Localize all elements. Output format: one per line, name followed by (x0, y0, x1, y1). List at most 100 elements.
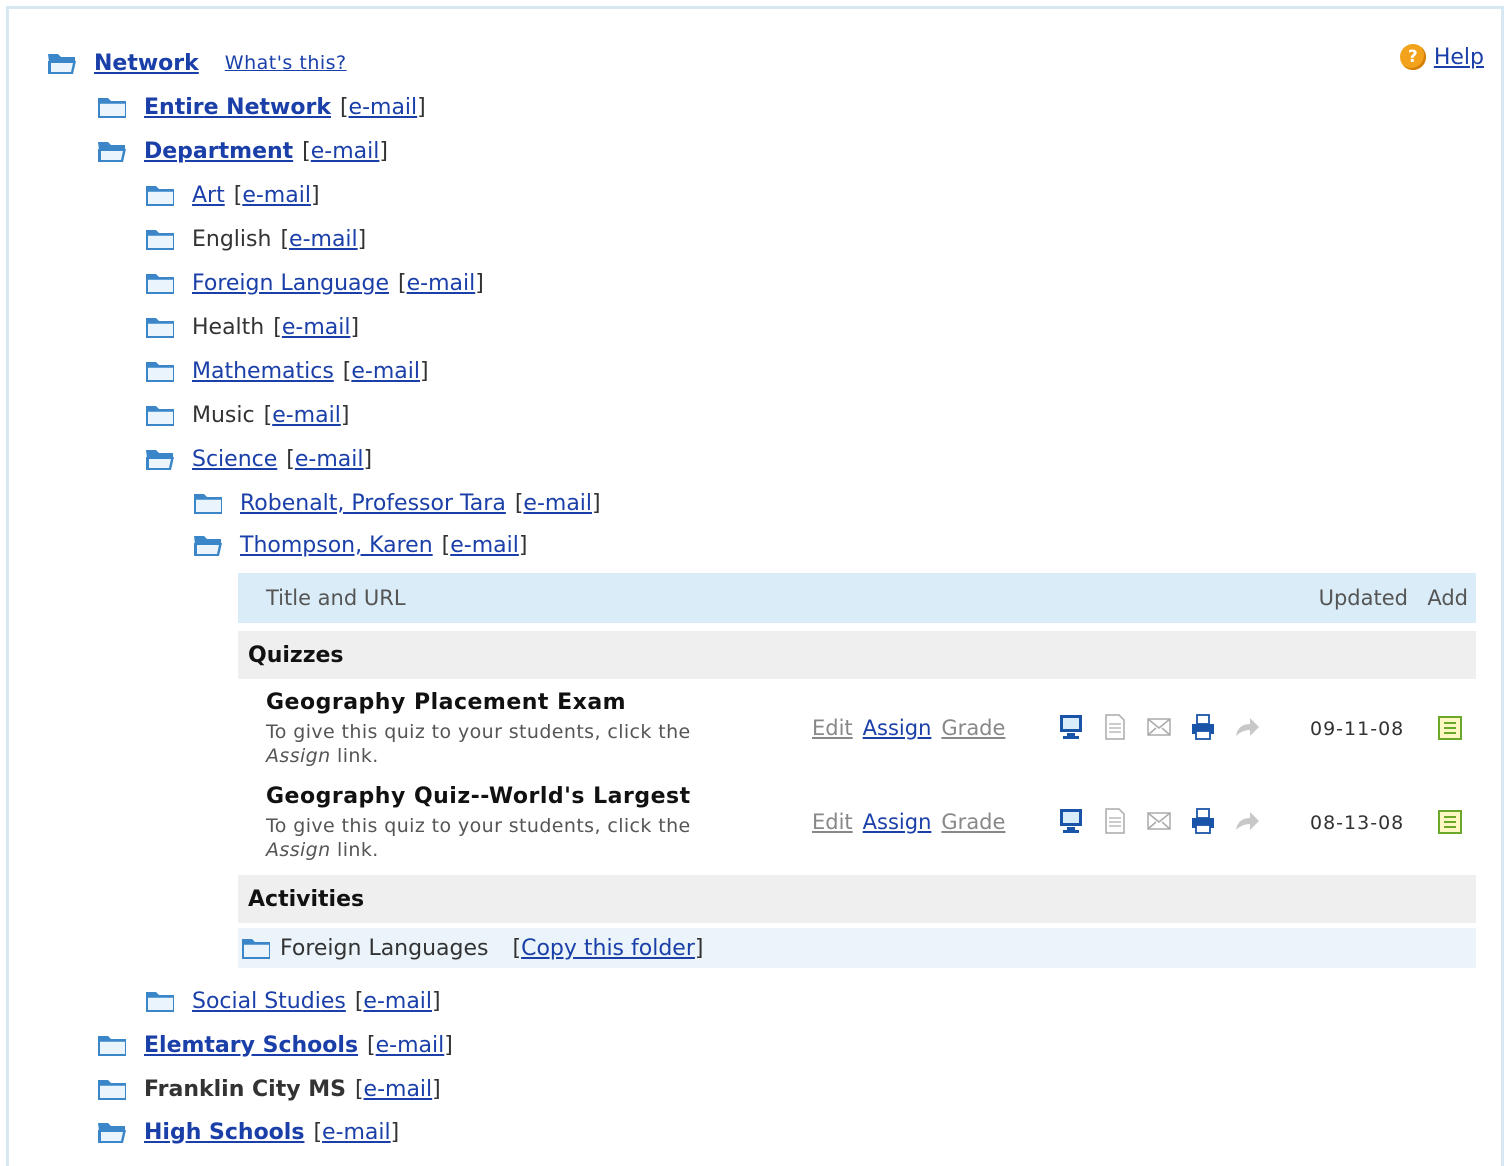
quiz-row: Geography Placement Exam To give this qu… (238, 682, 1476, 772)
folder-open-icon (96, 137, 128, 165)
assign-link[interactable]: Assign (863, 716, 932, 740)
preview-monitor-icon[interactable] (1056, 806, 1086, 836)
tree-item-mathematics: Mathematics [e-mail] (144, 353, 429, 389)
quiz-updated-date: 09-11-08 (1310, 718, 1405, 740)
activity-folder-name: Foreign Languages (280, 935, 489, 961)
folder-open-icon (192, 531, 224, 559)
tree-item-foreign-language: Foreign Language [e-mail] (144, 265, 484, 301)
help-icon[interactable]: ? (1399, 44, 1426, 70)
email-link[interactable]: e-mail (450, 533, 519, 558)
quiz-updated-date: 08-13-08 (1310, 812, 1405, 834)
thompson-link[interactable]: Thompson, Karen (240, 533, 433, 558)
section-activities-label: Activities (248, 886, 365, 912)
email-link[interactable]: e-mail (311, 139, 380, 164)
email-link[interactable]: e-mail (407, 271, 476, 296)
tree-item-social-studies: Social Studies [e-mail] (144, 983, 441, 1019)
tree-item-health: Health [e-mail] (144, 309, 359, 345)
tree-item-english: English [e-mail] (144, 221, 366, 257)
help-link[interactable]: Help (1434, 45, 1484, 70)
entire-network-link[interactable]: Entire Network (144, 95, 331, 120)
tree-item-entire-network: Entire Network [e-mail] (96, 89, 426, 125)
share-arrow-icon[interactable] (1232, 712, 1262, 742)
col-updated: Updated (1318, 586, 1408, 610)
tree-item-art: Art [e-mail] (144, 177, 320, 213)
tree-item-franklin: Franklin City MS [e-mail] (96, 1071, 441, 1107)
edit-link[interactable]: Edit (812, 810, 853, 834)
quiz-title: Geography Quiz--World's Largest (266, 784, 691, 809)
content-table-header: Title and URL Updated Add (238, 573, 1476, 623)
add-to-list-icon[interactable] (1436, 808, 1464, 836)
mathematics-link[interactable]: Mathematics (192, 359, 334, 384)
email-link[interactable]: e-mail (351, 359, 420, 384)
quiz-description: To give this quiz to your students, clic… (266, 815, 691, 861)
music-label: Music (192, 402, 255, 428)
email-link[interactable]: e-mail (364, 1077, 433, 1102)
whats-this-link[interactable]: What's this? (225, 52, 347, 74)
tree-item-elementary-schools: Elemtary Schools [e-mail] (96, 1027, 453, 1063)
quiz-actions: Edit Assign Grade (812, 810, 1005, 834)
copy-folder-link[interactable]: Copy this folder (521, 936, 695, 961)
quiz-row: Geography Quiz--World's Largest To give … (238, 776, 1476, 866)
folder-icon (96, 93, 128, 121)
assign-link[interactable]: Assign (863, 810, 932, 834)
email-link[interactable]: e-mail (523, 491, 592, 516)
section-activities: Activities (238, 875, 1476, 923)
tree-item-science: Science [e-mail] (144, 441, 372, 477)
edit-link[interactable]: Edit (812, 716, 853, 740)
folder-icon (96, 1075, 128, 1103)
elementary-schools-link[interactable]: Elemtary Schools (144, 1033, 358, 1058)
email-link[interactable]: e-mail (349, 95, 418, 120)
tree-item-thompson: Thompson, Karen [e-mail] (192, 527, 527, 563)
high-schools-link[interactable]: High Schools (144, 1120, 304, 1145)
folder-open-icon (144, 445, 176, 473)
foreign-language-link[interactable]: Foreign Language (192, 271, 389, 296)
section-quizzes: Quizzes (238, 631, 1476, 679)
quiz-icon-toolbar (1056, 712, 1262, 742)
folder-icon (192, 489, 224, 517)
email-link[interactable]: e-mail (289, 227, 358, 252)
tree-item-music: Music [e-mail] (144, 397, 349, 433)
grade-link[interactable]: Grade (941, 810, 1005, 834)
folder-icon (144, 225, 176, 253)
social-studies-link[interactable]: Social Studies (192, 989, 346, 1014)
email-link[interactable]: e-mail (295, 447, 364, 472)
robenalt-link[interactable]: Robenalt, Professor Tara (240, 491, 506, 516)
folder-icon (240, 934, 272, 962)
printer-icon[interactable] (1188, 712, 1218, 742)
email-link[interactable]: e-mail (376, 1033, 445, 1058)
folder-open-icon (96, 1118, 128, 1146)
department-link[interactable]: Department (144, 139, 293, 164)
english-label: English (192, 226, 272, 252)
folder-open-icon (46, 49, 78, 77)
add-to-list-icon[interactable] (1436, 714, 1464, 742)
section-quizzes-label: Quizzes (248, 642, 344, 668)
email-link[interactable]: e-mail (272, 403, 341, 428)
franklin-label: Franklin City MS (144, 1076, 346, 1102)
email-link[interactable]: e-mail (363, 989, 432, 1014)
quiz-description: To give this quiz to your students, clic… (266, 721, 691, 767)
document-icon[interactable] (1100, 806, 1130, 836)
folder-icon (144, 313, 176, 341)
email-link[interactable]: e-mail (282, 315, 351, 340)
email-envelope-icon[interactable] (1144, 712, 1174, 742)
document-icon[interactable] (1100, 712, 1130, 742)
folder-icon (144, 401, 176, 429)
col-add: Add (1427, 586, 1468, 610)
email-link[interactable]: e-mail (322, 1120, 391, 1145)
art-link[interactable]: Art (192, 183, 225, 208)
network-link[interactable]: Network (94, 51, 199, 76)
share-arrow-icon[interactable] (1232, 806, 1262, 836)
col-title-url: Title and URL (266, 586, 406, 610)
preview-monitor-icon[interactable] (1056, 712, 1086, 742)
folder-icon (144, 181, 176, 209)
grade-link[interactable]: Grade (941, 716, 1005, 740)
email-link[interactable]: e-mail (242, 183, 311, 208)
quiz-actions: Edit Assign Grade (812, 716, 1005, 740)
email-envelope-icon[interactable] (1144, 806, 1174, 836)
science-link[interactable]: Science (192, 447, 277, 472)
tree-item-robenalt: Robenalt, Professor Tara [e-mail] (192, 485, 601, 521)
printer-icon[interactable] (1188, 806, 1218, 836)
tree-item-department: Department [e-mail] (96, 133, 388, 169)
network-row: Network What's this? (46, 45, 347, 81)
quiz-icon-toolbar (1056, 806, 1262, 836)
